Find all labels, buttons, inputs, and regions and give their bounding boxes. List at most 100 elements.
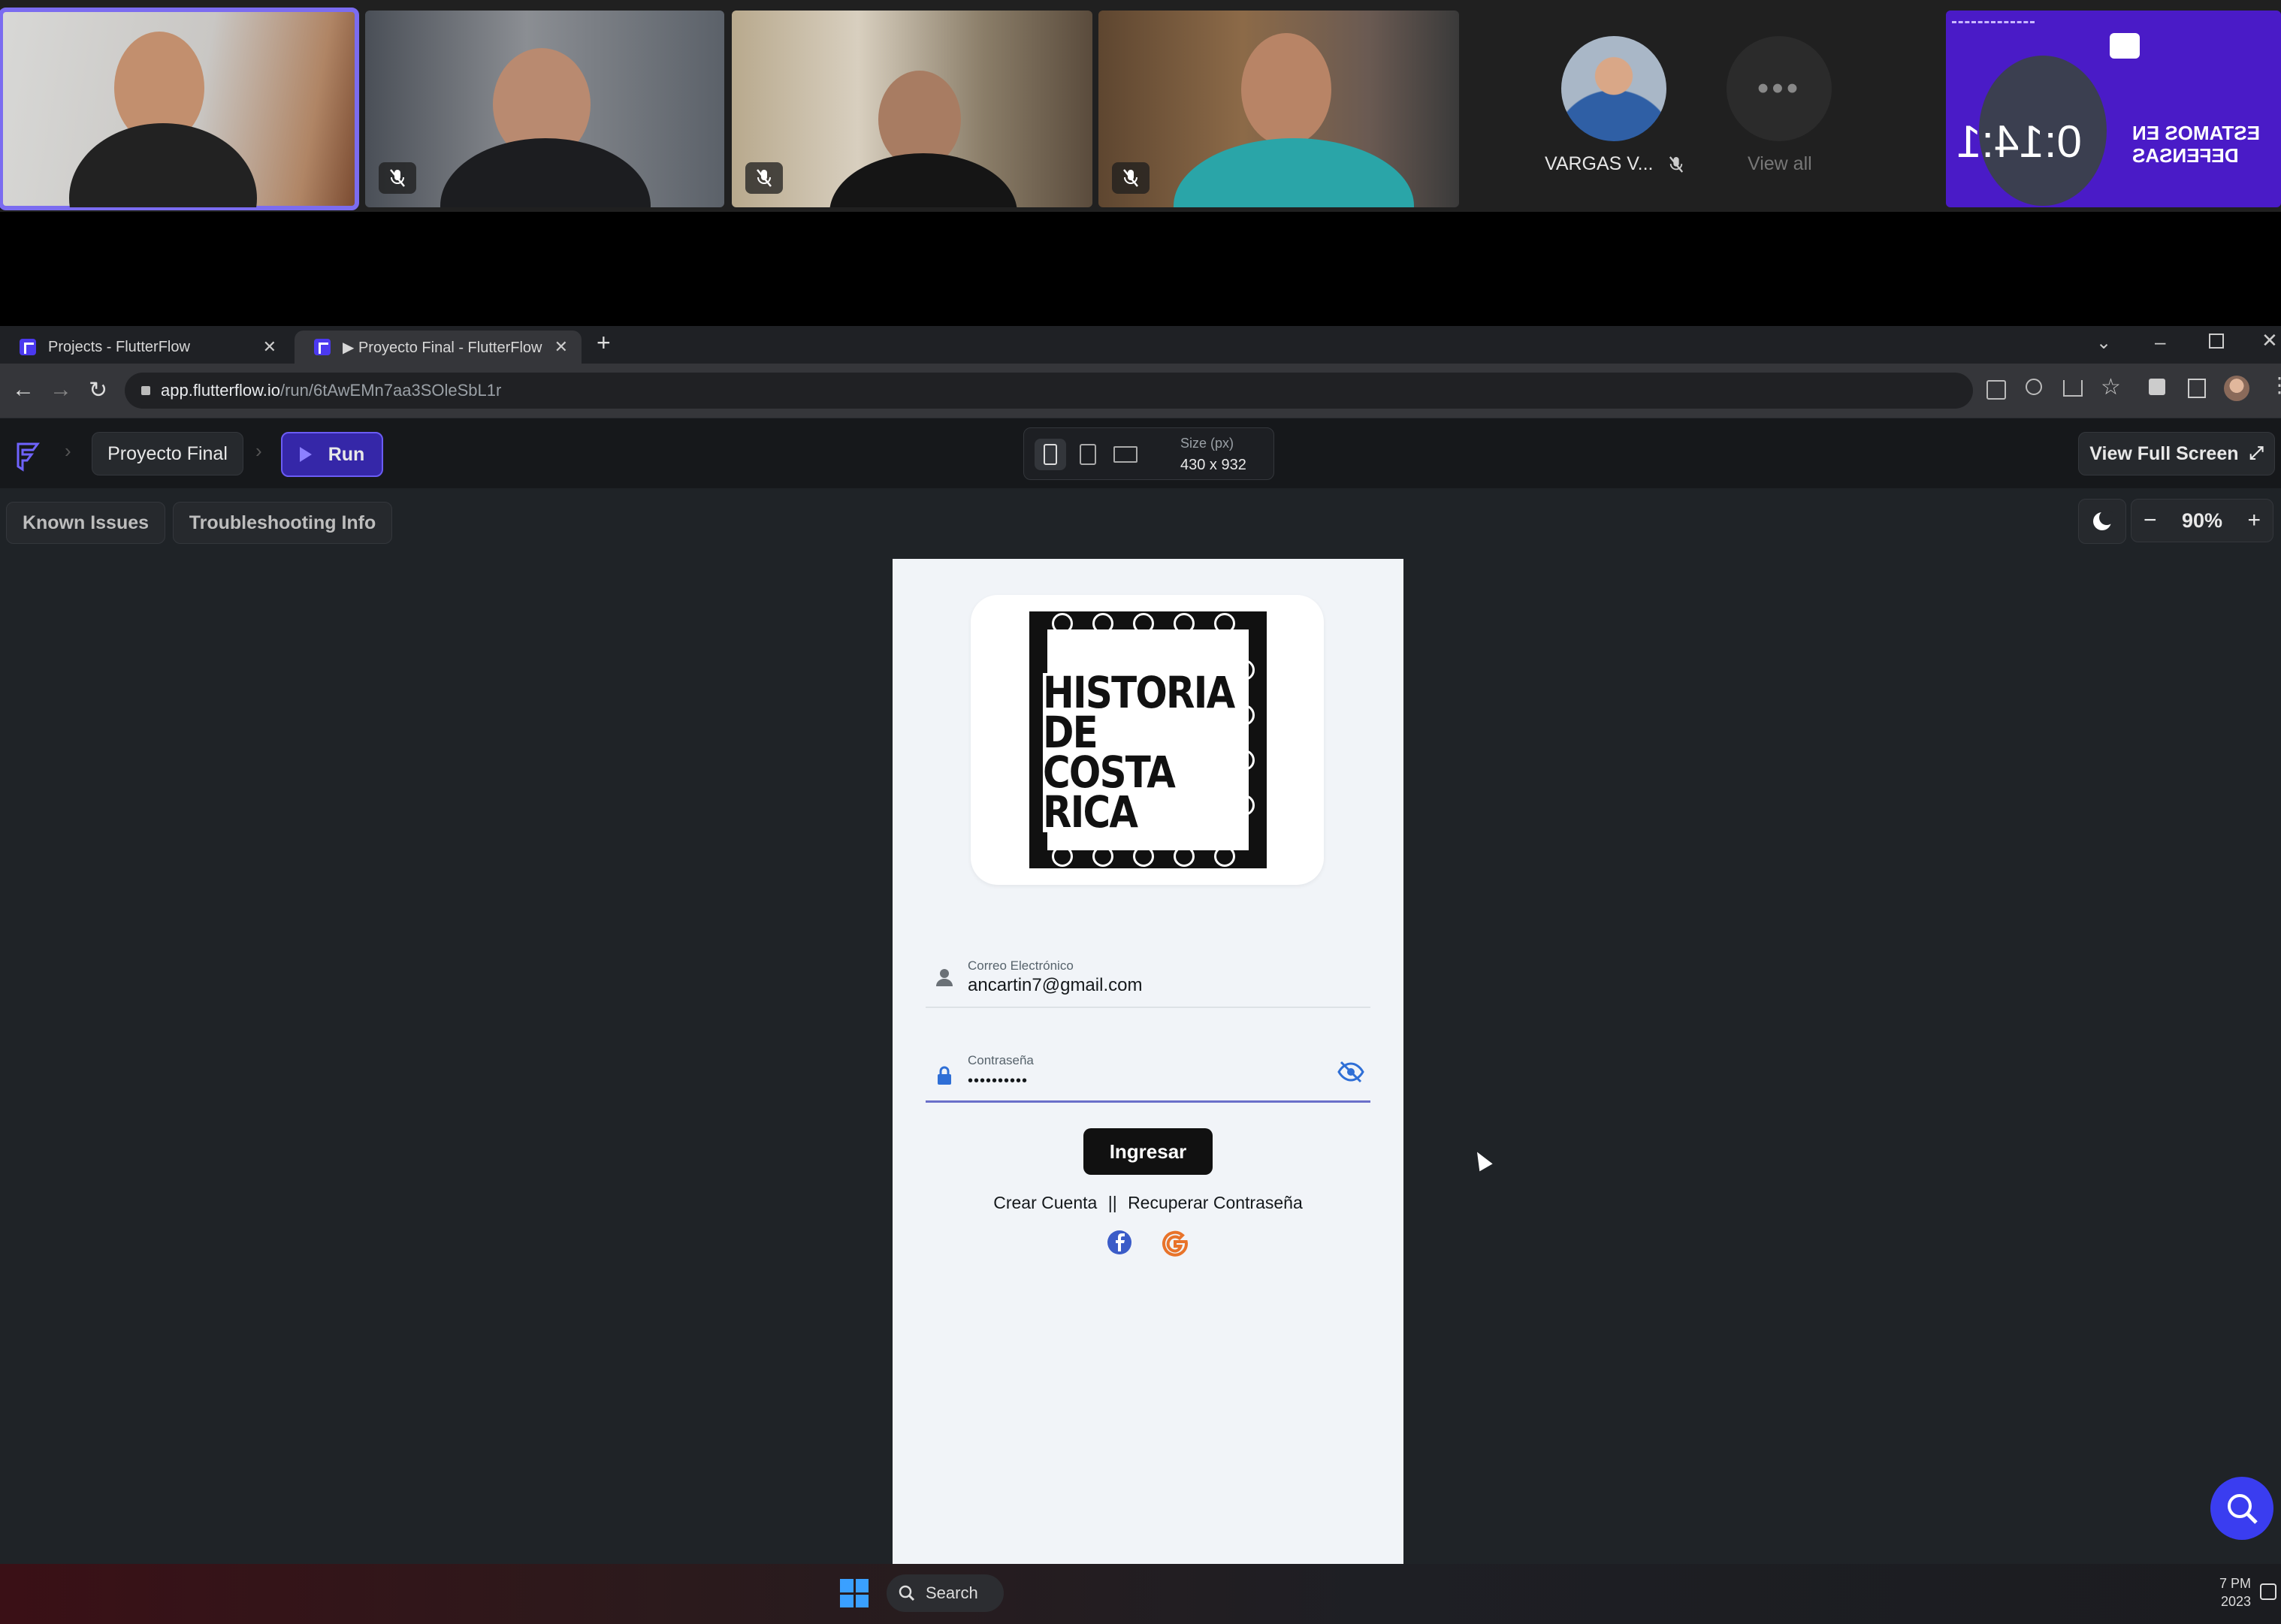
menu-kebab-icon[interactable]: ⋮ [2269,373,2281,397]
muted-mic-icon [1669,155,1684,174]
notification-icon[interactable] [2260,1583,2276,1600]
taskbar-search[interactable]: Search [887,1574,1004,1612]
troubleshooting-info-button[interactable]: Troubleshooting Info [173,502,392,544]
close-window-icon[interactable]: ✕ [2261,329,2278,352]
windows-start-icon[interactable] [840,1579,869,1607]
search-icon [2228,1494,2258,1524]
participant-body [440,138,651,207]
extensions-puzzle-icon[interactable] [2149,379,2165,395]
video-tile-active-speaker[interactable] [0,8,359,210]
taskbar-clock[interactable]: 7 PM 2023 [2216,1574,2251,1610]
tab-search-chevron-icon[interactable]: ⌄ [2096,332,2111,354]
participant-body [69,123,257,207]
tablet-device-icon[interactable] [1072,439,1104,470]
flutterflow-logo-icon[interactable] [12,439,40,472]
run-button[interactable]: Run [281,432,383,477]
participant-face [1241,33,1331,146]
ff-secondary-toolbar: Known Issues Troubleshooting Info − 90% … [0,488,2281,559]
logo-text: HISTORIA DE COSTA RICA [1043,671,1240,834]
search-icon [899,1585,915,1601]
dark-mode-moon-icon[interactable] [2078,499,2126,544]
ff-run-toolbar: › Proyecto Final › Run Size (px) 430 x 9… [0,418,2281,489]
close-icon[interactable]: ✕ [554,337,568,357]
url-field[interactable]: app.flutterflow.io/run/6tAwEMn7aa3SOleSb… [125,373,1973,409]
participant-body [829,153,1017,207]
desktop-device-icon[interactable] [1110,439,1141,470]
browser-tab-bar: Projects - FlutterFlow ✕ ▶ Proyecto Fina… [0,326,2281,364]
pattern-glyph [1214,613,1235,634]
share-banner-line1: ESTAMOS EN [2132,122,2260,144]
password-field[interactable]: Contraseña •••••••••• [926,1043,1370,1103]
zoom-out-button[interactable]: − [2144,508,2157,533]
phone-preview: HISTORIA DE COSTA RICA Correo Electrónic… [893,559,1403,1564]
size-label: Size (px) [1180,436,1234,451]
pattern-glyph [1052,846,1073,867]
minimize-icon[interactable]: – [2155,331,2165,354]
share-icon[interactable] [2063,380,2083,397]
tab-proyecto-final[interactable]: ▶ Proyecto Final - FlutterFlow ✕ [295,331,582,364]
facebook-icon[interactable] [1106,1229,1133,1259]
profile-avatar[interactable] [2224,376,2249,401]
zoom-icon[interactable] [2026,379,2042,395]
reload-icon[interactable]: ↻ [89,377,107,403]
share-logo-icon [2110,33,2140,59]
meeting-strip: VARGAS V... ••• View all 0:14:1 ESTAMOS … [0,0,2281,212]
pattern-glyph [1174,613,1195,634]
install-app-icon[interactable] [1986,380,2006,400]
view-all-more-icon[interactable]: ••• [1727,36,1832,141]
pattern-glyph [1214,846,1235,867]
view-full-screen-button[interactable]: View Full Screen ⤢ [2078,432,2275,475]
screen-share-tile[interactable]: 0:14:1 ESTAMOS EN DEFENSAS [1946,11,2281,207]
tab-projects[interactable]: Projects - FlutterFlow ✕ [0,331,290,364]
taskbar-search-label: Search [926,1583,978,1602]
tab-label: ▶ Proyecto Final - FlutterFlow [343,339,542,356]
mouse-cursor-icon [1470,1148,1493,1172]
side-panel-icon[interactable] [2188,379,2206,398]
expand-icon: ⤢ [2249,443,2264,463]
known-issues-button[interactable]: Known Issues [6,502,165,544]
restore-icon[interactable] [2209,334,2224,349]
pattern-glyph [1092,846,1113,867]
back-arrow-icon[interactable]: ← [12,377,35,403]
logo-card: HISTORIA DE COSTA RICA [971,595,1324,885]
share-timer: 0:14:1 [1956,116,2082,167]
password-value: •••••••••• [968,1073,1029,1089]
create-account-link[interactable]: Crear Cuenta [993,1193,1097,1212]
flutterflow-favicon-icon [20,339,36,355]
zoom-in-button[interactable]: + [2247,508,2261,533]
video-tile-4[interactable] [1098,11,1459,207]
url-host: app.flutterflow.io [161,381,280,400]
breadcrumb-chevron-icon: › [255,439,262,462]
view-all-label[interactable]: View all [1748,153,1812,175]
breadcrumb-chevron-icon: › [65,439,71,462]
visibility-off-icon[interactable] [1337,1061,1364,1083]
tab-label: Projects - FlutterFlow [48,338,190,355]
view-full-screen-label: View Full Screen [2089,442,2239,464]
bookmark-star-icon[interactable]: ☆ [2101,374,2121,400]
recover-password-link[interactable]: Recuperar Contraseña [1128,1193,1303,1212]
browser-address-bar: ← → ↻ app.flutterflow.io/run/6tAwEMn7aa3… [0,364,2281,418]
participant-body [1174,138,1414,207]
clock-time: 7 PM [2219,1576,2251,1591]
pattern-glyph [1174,846,1195,867]
muted-mic-icon [379,162,416,194]
video-tile-3[interactable] [732,11,1092,207]
pattern-glyph [1052,613,1073,634]
email-field[interactable]: Correo Electrónico ancartin7@gmail.com [926,948,1370,1008]
play-icon [299,447,312,462]
new-tab-plus-icon[interactable]: + [597,329,611,357]
login-button[interactable]: Ingresar [1083,1128,1213,1175]
forward-arrow-icon[interactable]: → [50,377,72,403]
lock-icon [936,1065,953,1086]
pattern-glyph [1133,846,1154,867]
phone-device-icon[interactable] [1035,439,1066,470]
google-icon[interactable] [1160,1229,1190,1259]
window-gap [0,212,2281,326]
participant-avatar[interactable] [1561,36,1666,141]
close-icon[interactable]: ✕ [263,337,276,357]
video-tile-2[interactable] [365,11,724,207]
share-banner-line2: DEFENSAS [2132,144,2239,167]
project-name-chip[interactable]: Proyecto Final [92,432,243,475]
social-login-row [893,1229,1403,1259]
help-search-fab[interactable] [2210,1477,2273,1540]
